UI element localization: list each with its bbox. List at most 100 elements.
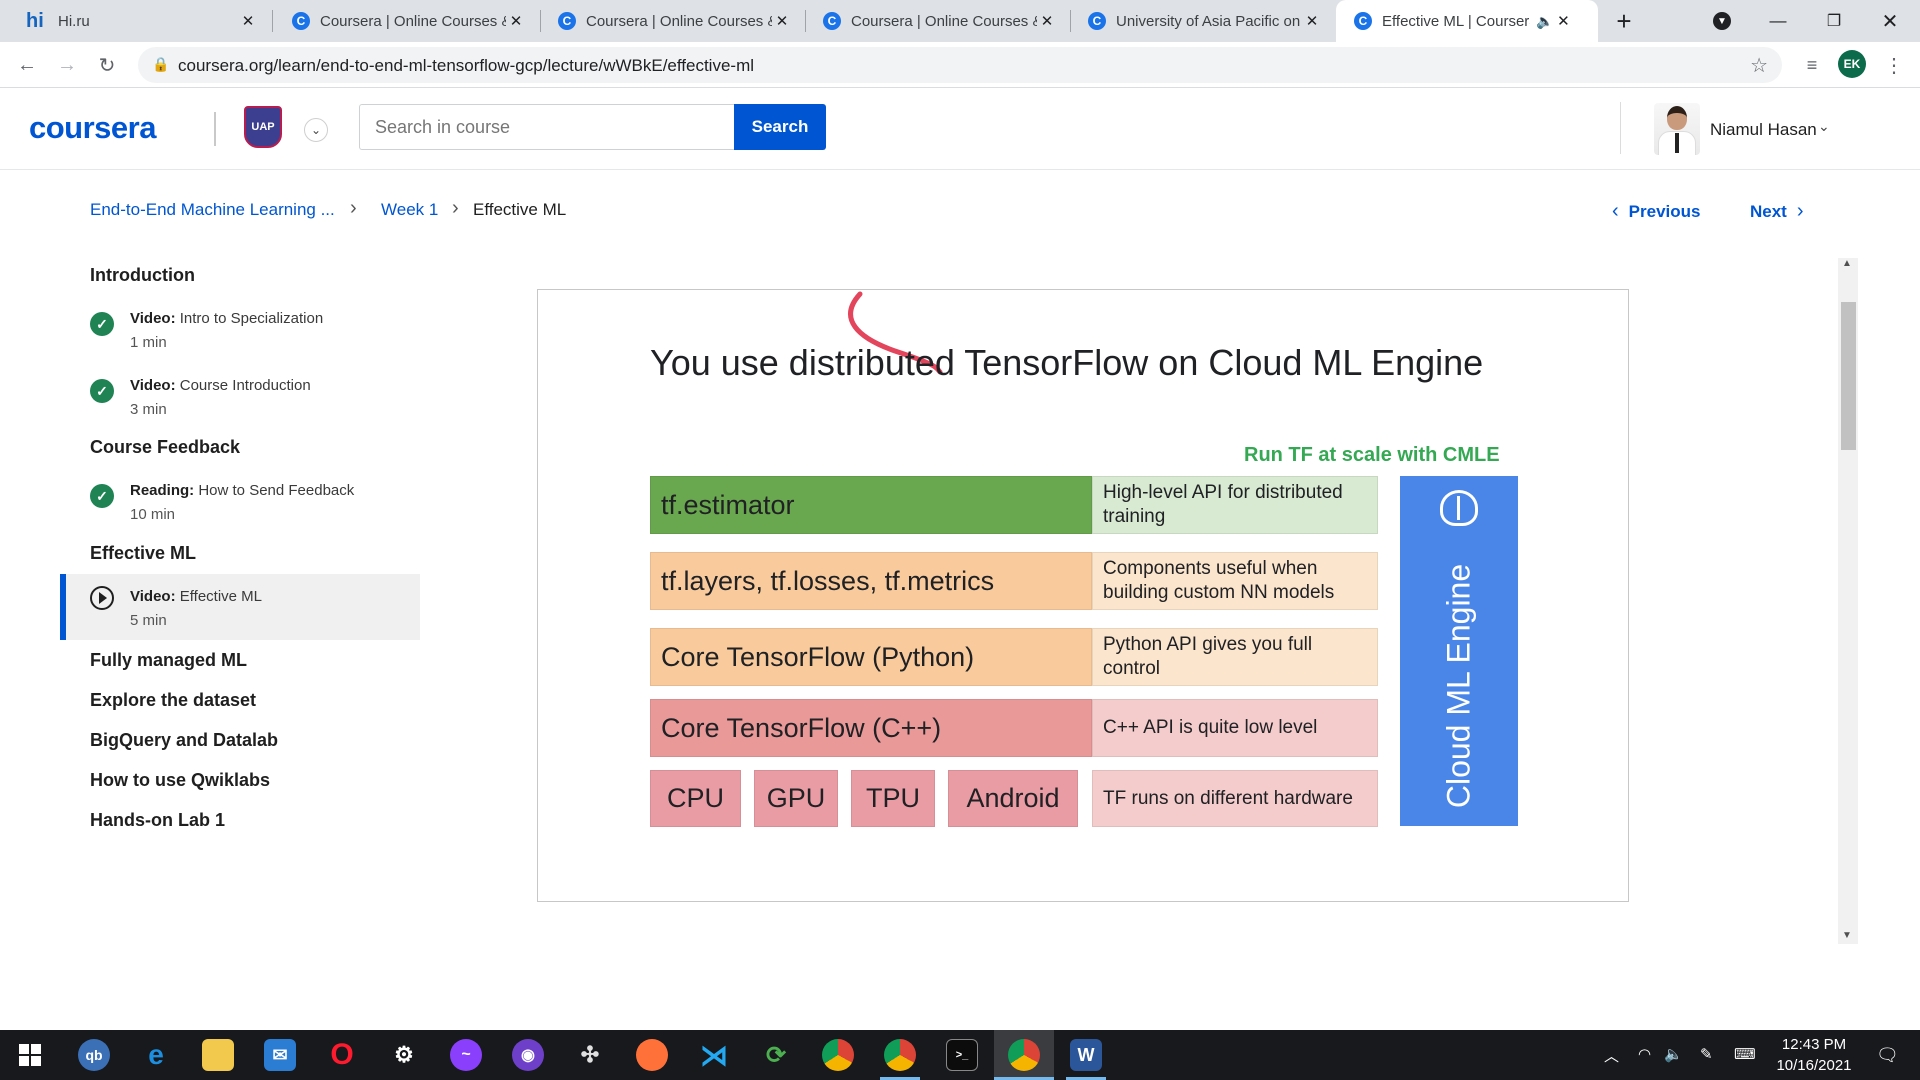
speaker-icon[interactable]: 🔈	[1536, 13, 1553, 30]
windows-start-icon[interactable]	[14, 1039, 46, 1071]
slide-row-left: tf.layers, tf.losses, tf.metrics	[650, 552, 1092, 610]
close-window-icon[interactable]: ✕	[1862, 0, 1918, 42]
reload-icon[interactable]: ↻	[91, 49, 123, 81]
next-button[interactable]: Next ›	[1750, 200, 1804, 223]
slide-subtitle: Run TF at scale with CMLE	[1244, 444, 1500, 466]
breadcrumb-current: Effective ML	[473, 200, 567, 219]
tab-coursera-1[interactable]: C Coursera | Online Courses & ✕	[274, 0, 538, 42]
opera-icon[interactable]: O	[326, 1038, 358, 1071]
video-player[interactable]: You use distributed TensorFlow on Cloud …	[537, 289, 1629, 902]
scroll-up-arrow-icon[interactable]: ▲	[1842, 258, 1852, 269]
scrollbar-thumb[interactable]	[1841, 302, 1856, 450]
tab-title: Coursera | Online Courses &	[586, 12, 772, 30]
user-menu-chevron-icon[interactable]: ⌄	[1818, 118, 1830, 135]
volume-icon[interactable]: 🔈	[1664, 1045, 1683, 1063]
satellite-app-icon[interactable]: ⚙	[388, 1039, 420, 1071]
tab-close-icon[interactable]: ✕	[1037, 11, 1057, 31]
file-explorer-icon[interactable]	[202, 1039, 234, 1071]
coursera-favicon-icon: C	[292, 12, 310, 30]
chrome-profile-icon[interactable]	[1008, 1039, 1040, 1071]
section-title-bigquery-datalab[interactable]: BigQuery and Datalab	[90, 730, 278, 751]
outline-item-how-to-send-feedback[interactable]: ✓ Reading: How to Send Feedback 10 min	[60, 474, 420, 540]
back-arrow-icon[interactable]: ←	[11, 49, 43, 81]
current-item-indicator	[60, 574, 66, 640]
address-bar[interactable]: 🔒 coursera.org/learn/end-to-end-ml-tenso…	[138, 47, 1782, 83]
scroll-down-arrow-icon[interactable]: ▼	[1842, 930, 1852, 941]
completed-check-icon: ✓	[90, 312, 114, 336]
section-title-fully-managed-ml[interactable]: Fully managed ML	[90, 650, 247, 671]
section-title-explore-dataset[interactable]: Explore the dataset	[90, 690, 256, 711]
outline-item-intro-to-specialization[interactable]: ✓ Video: Intro to Specialization 1 min	[60, 302, 420, 368]
word-icon[interactable]: W	[1070, 1039, 1102, 1071]
forward-arrow-icon[interactable]: →	[51, 49, 83, 81]
tab-close-icon[interactable]: ✕	[1553, 11, 1573, 31]
minimize-icon[interactable]: —	[1750, 0, 1806, 42]
qbittorrent-icon[interactable]: qb	[78, 1039, 110, 1071]
network-icon[interactable]: ◠	[1638, 1045, 1651, 1063]
tab-search-icon[interactable]: ▼	[1694, 0, 1750, 42]
pen-icon[interactable]: ✎	[1700, 1045, 1713, 1063]
github-desktop-icon[interactable]: ◉	[512, 1039, 544, 1071]
tab-close-icon[interactable]: ✕	[1302, 11, 1322, 31]
outline-item-course-introduction[interactable]: ✓ Video: Course Introduction 3 min	[60, 369, 420, 435]
university-crest-icon[interactable]: UAP	[244, 106, 282, 148]
tab-title: Hi.ru	[58, 12, 90, 30]
restore-icon[interactable]: ❐	[1806, 0, 1862, 42]
section-title-qwiklabs[interactable]: How to use Qwiklabs	[90, 770, 270, 791]
slide-row-right: Python API gives you full control	[1092, 628, 1378, 686]
terminal-icon[interactable]: >_	[946, 1039, 978, 1071]
tab-university[interactable]: C University of Asia Pacific on ✕	[1070, 0, 1334, 42]
chrome-alt-icon[interactable]	[884, 1039, 916, 1071]
search-button[interactable]: Search	[734, 104, 826, 150]
system-clock[interactable]: 12:43 PM 10/16/2021	[1760, 1034, 1868, 1076]
tab-coursera-3[interactable]: C Coursera | Online Courses & ✕	[805, 0, 1069, 42]
tab-hi-ru[interactable]: hi Hi.ru ✕	[8, 0, 270, 42]
breadcrumb-week-link[interactable]: Week 1	[381, 200, 438, 220]
firefox-icon[interactable]	[636, 1039, 668, 1071]
tab-title: Effective ML | Coursera	[1382, 12, 1530, 30]
section-title-course-feedback[interactable]: Course Feedback	[90, 437, 240, 458]
tab-close-icon[interactable]: ✕	[238, 11, 258, 31]
tab-coursera-2[interactable]: C Coursera | Online Courses & ✕	[540, 0, 804, 42]
chevron-down-icon[interactable]: ⌄	[304, 118, 328, 142]
reading-list-icon[interactable]: ≡	[1796, 49, 1828, 81]
browser-menu-icon[interactable]: ⋮	[1878, 49, 1910, 81]
user-avatar[interactable]	[1654, 103, 1700, 155]
tab-close-icon[interactable]: ✕	[506, 11, 526, 31]
mail-icon[interactable]: ✉	[264, 1039, 296, 1071]
row-description: Python API gives you full control	[1103, 634, 1313, 679]
keyboard-icon[interactable]: ⌨	[1734, 1045, 1756, 1063]
outline-item-effective-ml-current[interactable]: Video: Effective ML 5 min	[60, 574, 420, 640]
bookmark-star-icon[interactable]: ☆	[1750, 53, 1768, 78]
notification-center-icon[interactable]: 🗨	[1876, 1045, 1899, 1066]
show-hidden-icons-chevron-icon[interactable]: ︿	[1604, 1045, 1619, 1066]
hardware-block-cpu: CPU	[650, 770, 741, 827]
browser-profile-avatar[interactable]: EK	[1838, 50, 1866, 78]
user-name[interactable]: Niamul Hasan	[1710, 120, 1817, 140]
item-duration: 5 min	[130, 612, 167, 629]
new-tab-plus-icon[interactable]: +	[1596, 0, 1652, 42]
coursera-logo[interactable]: coursera	[29, 110, 156, 146]
header-divider	[1620, 102, 1621, 154]
vscode-icon[interactable]: ⋊	[698, 1039, 730, 1071]
messenger-icon[interactable]: ~	[450, 1039, 482, 1071]
pinwheel-app-icon[interactable]: ✣	[574, 1039, 606, 1071]
lock-icon[interactable]: 🔒	[152, 56, 169, 73]
row-description: Components useful when building custom N…	[1103, 558, 1335, 603]
breadcrumb-course-link[interactable]: End-to-End Machine Learning ...	[90, 200, 335, 220]
course-search-input[interactable]	[359, 104, 734, 150]
swirl-app-icon[interactable]: ⟳	[760, 1039, 792, 1071]
item-label: Video: Intro to Specialization	[130, 310, 323, 327]
section-title-hands-on-lab-1[interactable]: Hands-on Lab 1	[90, 810, 225, 831]
tab-close-icon[interactable]: ✕	[772, 11, 792, 31]
section-title-effective-ml[interactable]: Effective ML	[90, 543, 196, 564]
slide-title: You use distributed TensorFlow on Cloud …	[650, 342, 1484, 383]
previous-button[interactable]: ‹ Previous	[1612, 200, 1700, 223]
brain-icon	[1440, 490, 1478, 526]
tab-effective-ml[interactable]: C Effective ML | Coursera 🔈 ✕	[1336, 0, 1598, 42]
hardware-description: TF runs on different hardware	[1103, 787, 1353, 809]
url-text[interactable]: coursera.org/learn/end-to-end-ml-tensorf…	[178, 56, 754, 76]
edge-icon[interactable]: e	[140, 1039, 172, 1071]
chrome-icon[interactable]	[822, 1039, 854, 1071]
section-title-introduction[interactable]: Introduction	[90, 265, 195, 286]
